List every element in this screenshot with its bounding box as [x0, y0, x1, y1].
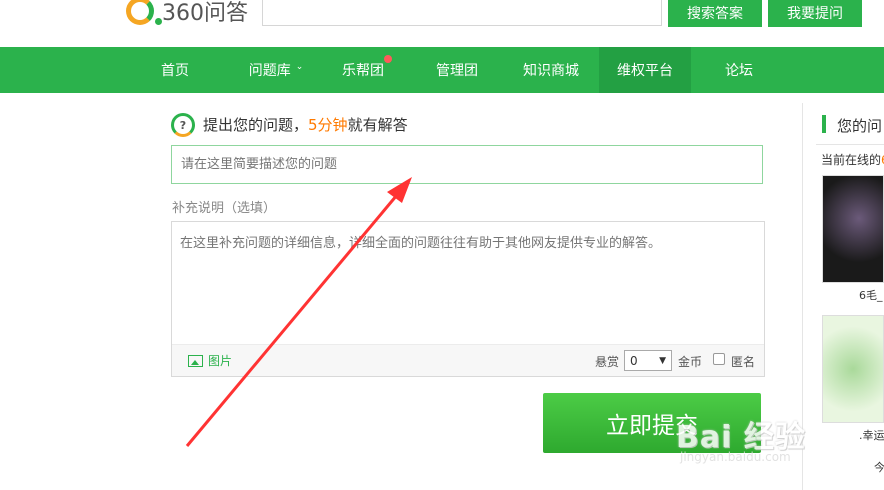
- question-input[interactable]: [171, 145, 763, 184]
- image-icon: [188, 354, 203, 367]
- anonymous-checkbox[interactable]: [713, 353, 725, 365]
- supplement-box: 图片 悬赏 0 ▼ 金币 匿名: [171, 221, 765, 377]
- coin-label: 金币: [678, 355, 703, 369]
- question-title: 提出您的问题，5分钟就有解答: [203, 116, 408, 134]
- user-name[interactable]: .幸运: [859, 427, 884, 443]
- user-name[interactable]: 6毛_: [859, 287, 883, 303]
- editor-toolbar: 图片 悬赏 0 ▼ 金币 匿名: [172, 344, 764, 376]
- nav-item-rights-platform[interactable]: 维权平台: [599, 47, 691, 93]
- dropdown-arrow-icon: ▼: [659, 355, 666, 366]
- nav-item-home[interactable]: 首页: [142, 47, 208, 93]
- sidebar-separator: [816, 144, 884, 145]
- user-avatar[interactable]: [822, 175, 884, 283]
- nav-item-forum[interactable]: 论坛: [706, 47, 772, 93]
- sidebar-more-text: 今: [874, 461, 884, 474]
- watermark: Bai 经验 jingyan.baidu.com: [676, 420, 806, 464]
- nav-item-lebang[interactable]: 乐帮团: [330, 47, 396, 93]
- site-logo[interactable]: 360问答: [126, 0, 256, 28]
- sidebar-title: 您的问: [837, 117, 883, 135]
- supplement-textarea[interactable]: [172, 222, 764, 344]
- search-answer-button[interactable]: 搜索答案: [668, 0, 762, 27]
- nav-item-management[interactable]: 管理团: [424, 47, 490, 93]
- nav-item-question-library[interactable]: 问题库 ⌄: [232, 47, 320, 93]
- notification-dot: [384, 55, 392, 63]
- question-mark-icon: ?: [171, 113, 195, 137]
- logo-text: 360问答: [162, 1, 248, 26]
- nav-item-knowledge-mall[interactable]: 知识商城: [512, 47, 590, 93]
- main-nav: 首页 问题库 ⌄ 乐帮团 管理团 知识商城 维权平台 论坛: [0, 47, 884, 93]
- search-input[interactable]: [262, 0, 662, 26]
- reward-label: 悬赏: [595, 355, 620, 369]
- supplement-label: 补充说明（选填）: [172, 201, 277, 216]
- sidebar-title-marker: [822, 115, 826, 133]
- online-users-text: 当前在线的6: [821, 153, 884, 167]
- chevron-down-icon: ⌄: [295, 62, 304, 72]
- reward-select[interactable]: 0 ▼: [624, 350, 672, 371]
- ask-question-button[interactable]: 我要提问: [768, 0, 862, 27]
- logo-ring-icon: [126, 0, 162, 25]
- insert-image-button[interactable]: 图片: [188, 352, 232, 369]
- anonymous-label: 匿名: [731, 355, 756, 369]
